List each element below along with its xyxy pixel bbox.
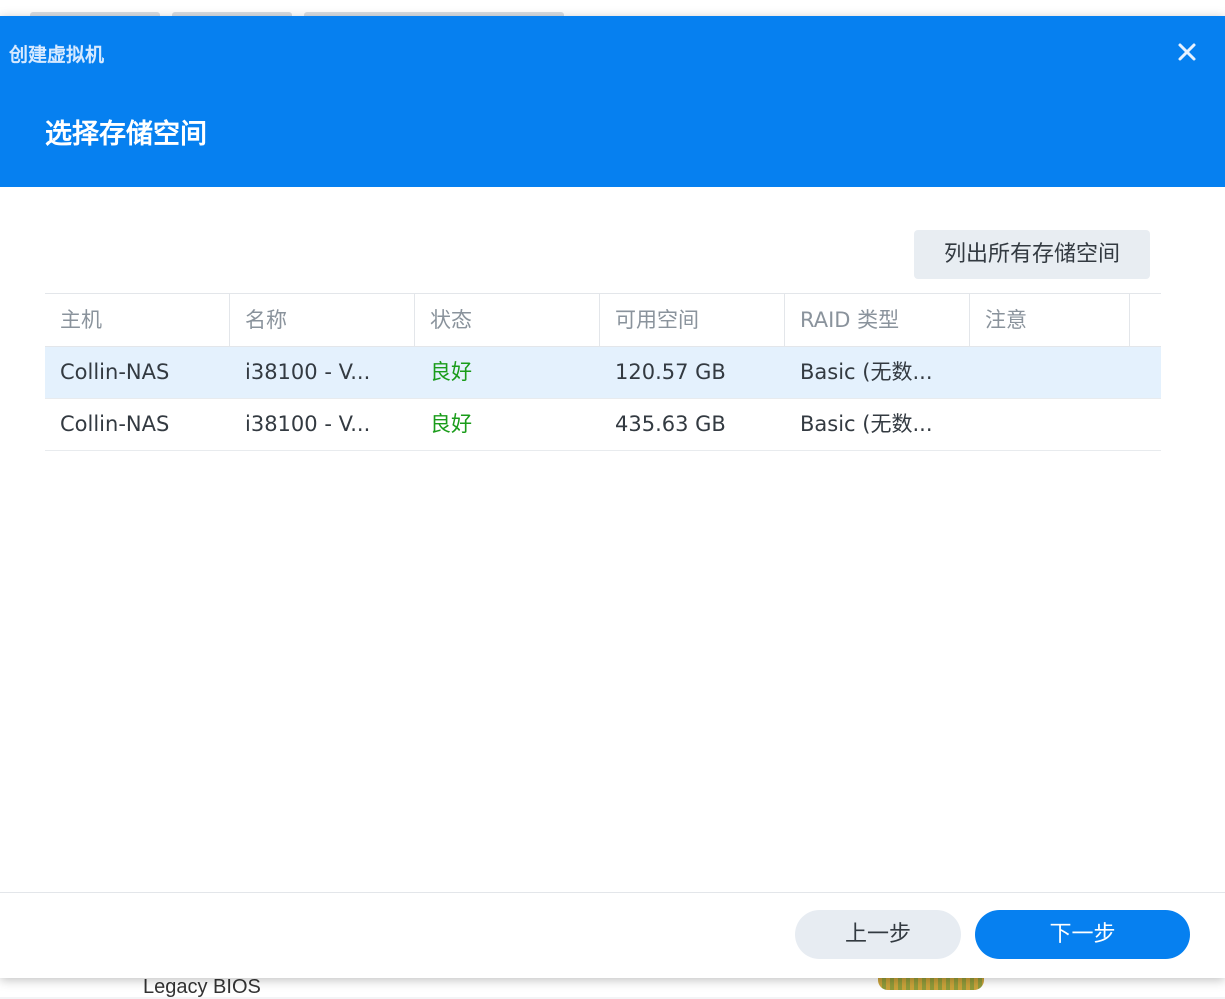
column-header-note[interactable]: 注意 [970, 294, 1130, 346]
cell-free-space: 435.63 GB [615, 412, 726, 436]
cell-status: 良好 [430, 412, 472, 436]
background-boot-label: Legacy BIOS [143, 976, 261, 998]
column-header-name[interactable]: 名称 [230, 294, 415, 346]
table-header: 主机 名称 状态 可用空间 RAID 类型 注意 [45, 293, 1161, 347]
cell-status: 良好 [430, 360, 472, 384]
table-row[interactable]: Collin-NAS i38100 - V... 良好 120.57 GB Ba… [45, 347, 1161, 399]
close-icon [1178, 43, 1196, 61]
column-header-filler [1130, 294, 1160, 346]
cell-free-space: 120.57 GB [615, 360, 726, 384]
close-button[interactable] [1173, 38, 1203, 68]
storage-table: 主机 名称 状态 可用空间 RAID 类型 注意 Collin-NAS i381… [45, 293, 1161, 451]
list-all-storage-button[interactable]: 列出所有存储空间 [914, 230, 1150, 279]
next-button[interactable]: 下一步 [975, 910, 1190, 959]
dialog-footer: 上一步 下一步 [0, 892, 1225, 979]
column-header-status[interactable]: 状态 [415, 294, 600, 346]
cell-name: i38100 - V... [245, 412, 371, 436]
column-header-free-space[interactable]: 可用空间 [600, 294, 785, 346]
create-vm-dialog: 创建虚拟机 选择存储空间 列出所有存储空间 主机 名称 状态 可用空间 RAID… [0, 16, 1225, 978]
column-header-raid-type[interactable]: RAID 类型 [785, 294, 970, 346]
table-row[interactable]: Collin-NAS i38100 - V... 良好 435.63 GB Ba… [45, 399, 1161, 451]
cell-filler [1130, 399, 1160, 450]
cell-host: Collin-NAS [60, 412, 170, 436]
cell-raid-type: Basic (无数... [800, 360, 933, 384]
step-title: 选择存储空间 [45, 119, 207, 150]
cell-note [970, 399, 1130, 450]
window-title: 创建虚拟机 [9, 44, 105, 66]
background-chip-icon [878, 978, 984, 990]
dialog-header: 创建虚拟机 选择存储空间 [0, 16, 1225, 187]
cell-note [970, 347, 1130, 398]
cell-name: i38100 - V... [245, 360, 371, 384]
column-header-host[interactable]: 主机 [45, 294, 230, 346]
cell-filler [1130, 347, 1160, 398]
previous-button[interactable]: 上一步 [795, 910, 961, 959]
cell-host: Collin-NAS [60, 360, 170, 384]
cell-raid-type: Basic (无数... [800, 412, 933, 436]
